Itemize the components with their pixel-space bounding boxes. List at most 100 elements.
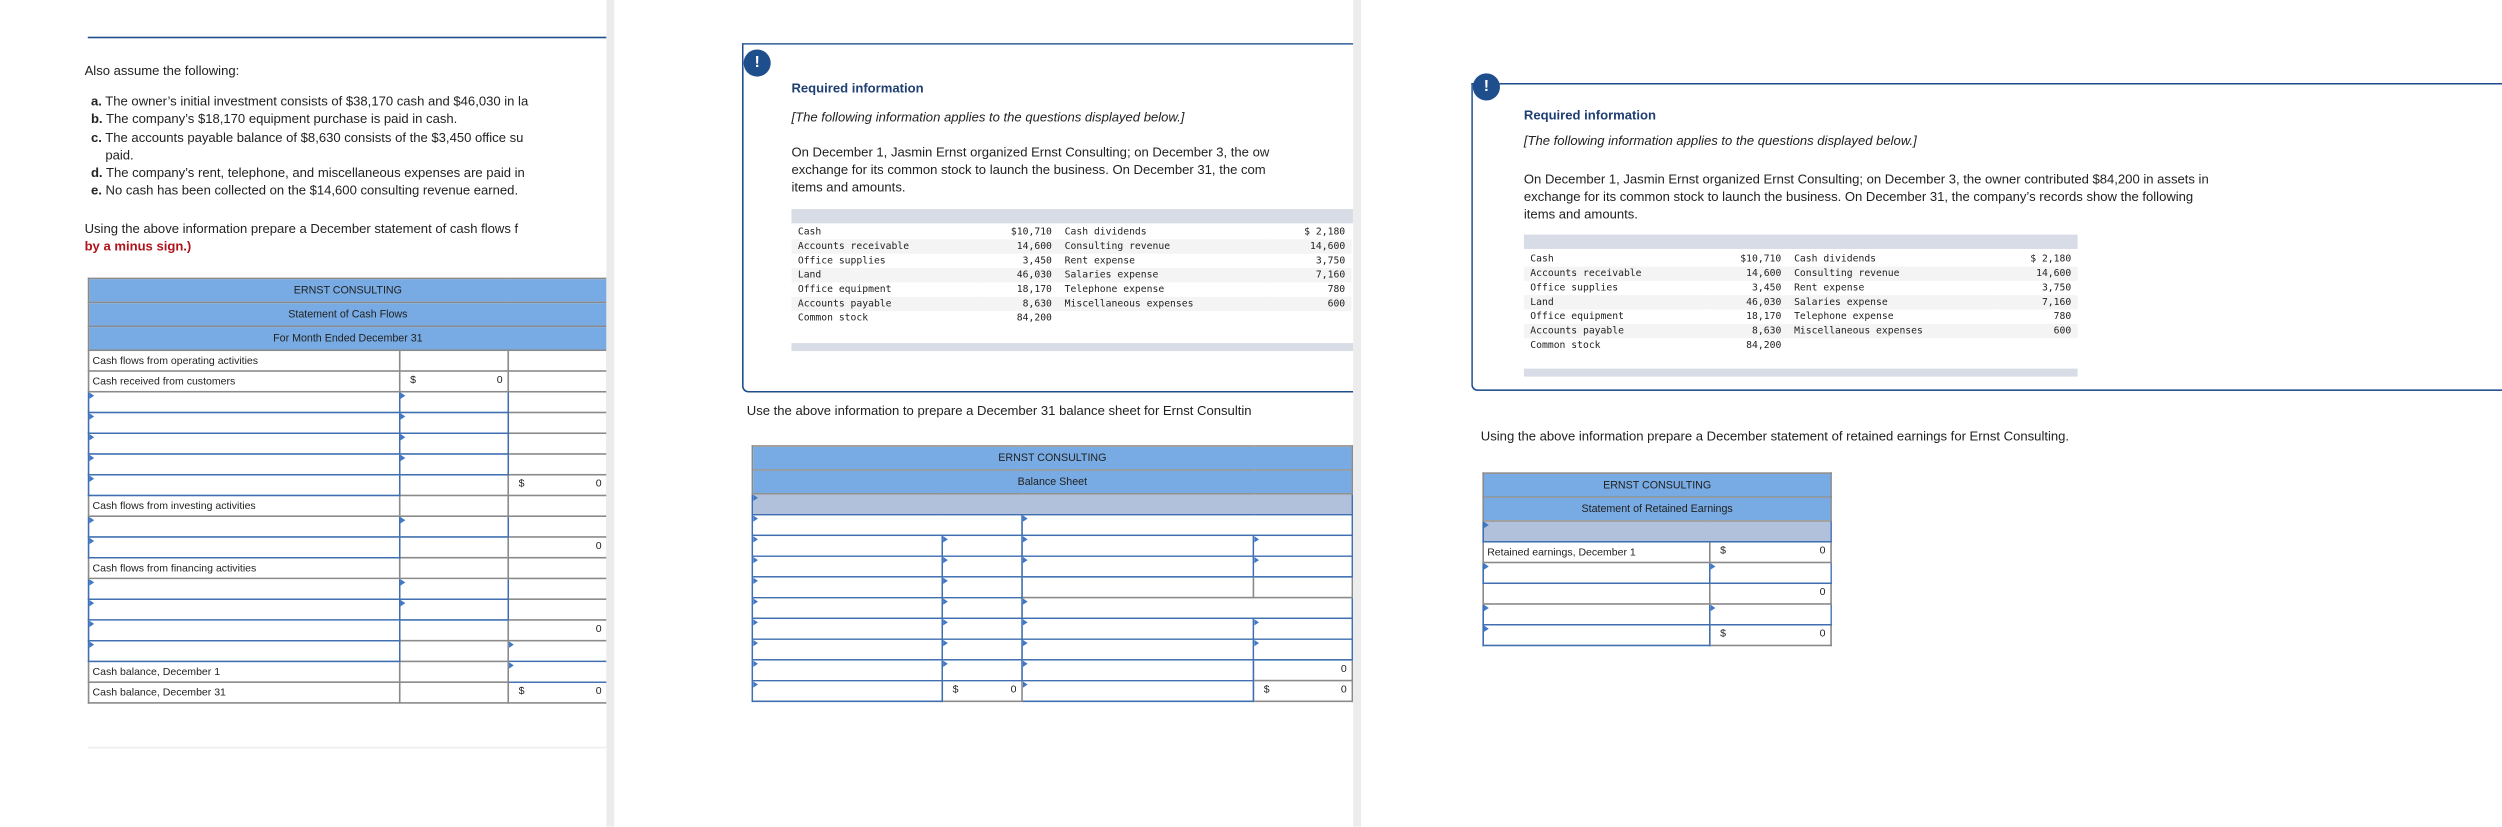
entry-input[interactable] [1021,596,1354,620]
entry-input[interactable] [1021,659,1255,682]
entry-input[interactable] [87,432,401,455]
entry-input[interactable] [398,411,510,435]
account-name [1788,338,1998,352]
amount-value: 0 [1819,628,1826,640]
alert-icon: ! [1472,73,1500,101]
entry-input[interactable] [941,596,1023,620]
table-row: Cash flows from financing activities [87,556,607,580]
entry-input[interactable] [1021,534,1255,557]
date-dropdown[interactable] [751,493,1354,516]
statement-header: For Month Ended December 31 [87,325,607,352]
entry-input[interactable] [87,515,401,538]
entry-input[interactable] [751,513,1023,537]
table-row [87,432,607,455]
entry-input[interactable] [87,577,401,600]
entry-input[interactable] [398,515,510,538]
dropdown-arrow-icon [943,536,948,543]
entry-input[interactable] [87,598,401,621]
header-row: ERNST CONSULTING [1482,472,1832,498]
entry-input[interactable] [87,390,401,414]
table-row [87,411,607,435]
entry-input[interactable] [1021,617,1255,640]
entry-input[interactable] [1252,617,1354,640]
entry-input[interactable] [751,638,944,661]
entry-input[interactable] [1482,623,1711,647]
entry-input[interactable] [941,638,1023,661]
entry-input[interactable] [941,534,1023,557]
date-dropdown[interactable] [1482,520,1832,543]
dropdown-arrow-icon [401,580,406,586]
entry-input[interactable] [1482,603,1711,626]
retained-earnings-worksheet: ERNST CONSULTING Statement of Retained Ea… [1482,472,1832,647]
entry-input[interactable] [87,536,401,559]
entry-input[interactable] [507,660,607,683]
entry-input[interactable] [398,577,510,600]
entry-input[interactable] [1482,561,1711,585]
entry-input[interactable] [398,598,510,621]
cash-flows-worksheet: ERNST CONSULTING Statement of Cash Flows F… [87,277,607,704]
dropdown-arrow-icon [753,661,758,668]
entry-input[interactable] [751,617,944,640]
amount-value: 0 [1340,663,1347,675]
table-row: Retained earnings, December 1 $0 [1482,540,1832,564]
account-amount [1998,338,2078,352]
dropdown-arrow-icon [753,557,758,564]
entry-input[interactable] [87,639,401,663]
panel-divider [606,0,615,827]
amount-value: 0 [595,478,602,490]
entry-input[interactable] [1021,638,1255,661]
entry-input[interactable] [1708,603,1832,626]
table-row [87,390,607,414]
entry-input[interactable] [87,453,401,476]
entry-input[interactable] [398,453,510,476]
entry-input[interactable] [941,659,1023,682]
amount-value: 0 [1819,587,1826,599]
entry-input[interactable] [398,432,510,455]
entry-input[interactable] [1252,638,1354,661]
entry-input[interactable] [1252,534,1354,557]
account-name: Salaries expense [1787,295,1998,310]
table-row: 0 [751,659,1354,682]
dropdown-arrow-icon [753,599,758,605]
account-name: Accounts payable [1523,323,1708,339]
assumption-item: d. The company’s rent, telephone, and mi… [90,166,525,181]
entry-input[interactable] [507,639,607,663]
dropdown-arrow-icon [1023,619,1028,626]
dropdown-arrow-icon [90,642,95,648]
dropdown-arrow-icon [90,476,95,482]
entry-input[interactable] [941,617,1023,640]
entry-input[interactable] [87,411,401,435]
entry-input[interactable] [87,619,401,642]
entry-input[interactable] [87,473,401,497]
entry-input[interactable] [1021,555,1255,578]
empty-cell [507,453,607,476]
entry-input[interactable] [1021,679,1255,703]
entry-input[interactable] [751,596,944,620]
entry-input[interactable] [751,534,944,557]
account-amount: 7,160 [1997,295,2078,310]
entry-input[interactable] [751,659,944,682]
account-amount: 600 [1270,296,1352,312]
assumptions-list: a. The owner’s initial investment consis… [91,93,528,201]
entry-input[interactable] [751,679,944,703]
row-label-text: Cash flows from financing activities [92,562,257,574]
entry-input[interactable] [398,390,510,414]
table-row [751,534,1354,557]
entry-input[interactable] [1708,561,1832,585]
entry-input[interactable] [941,555,1023,578]
account-amount: 18,170 [1746,311,1782,323]
entry-input[interactable] [1021,513,1354,537]
dropdown-arrow-icon [90,621,95,628]
account-amount: 18,170 [1016,284,1052,296]
table-row [751,493,1354,516]
account-name: Cash dividends [1794,253,1877,265]
accounts-table: Cash $10,710 Cash dividends $ 2,180 Accounts… [791,225,1352,326]
empty-cell [507,515,607,538]
row-label: Cash flows from financing activities [87,556,401,580]
entry-input[interactable] [751,555,944,578]
dropdown-arrow-icon [1484,564,1489,570]
entry-input[interactable] [751,576,944,599]
entry-input[interactable] [941,576,1023,599]
entry-input[interactable] [1252,555,1354,578]
row-label-text: Cash balance, December 31 [92,686,226,699]
